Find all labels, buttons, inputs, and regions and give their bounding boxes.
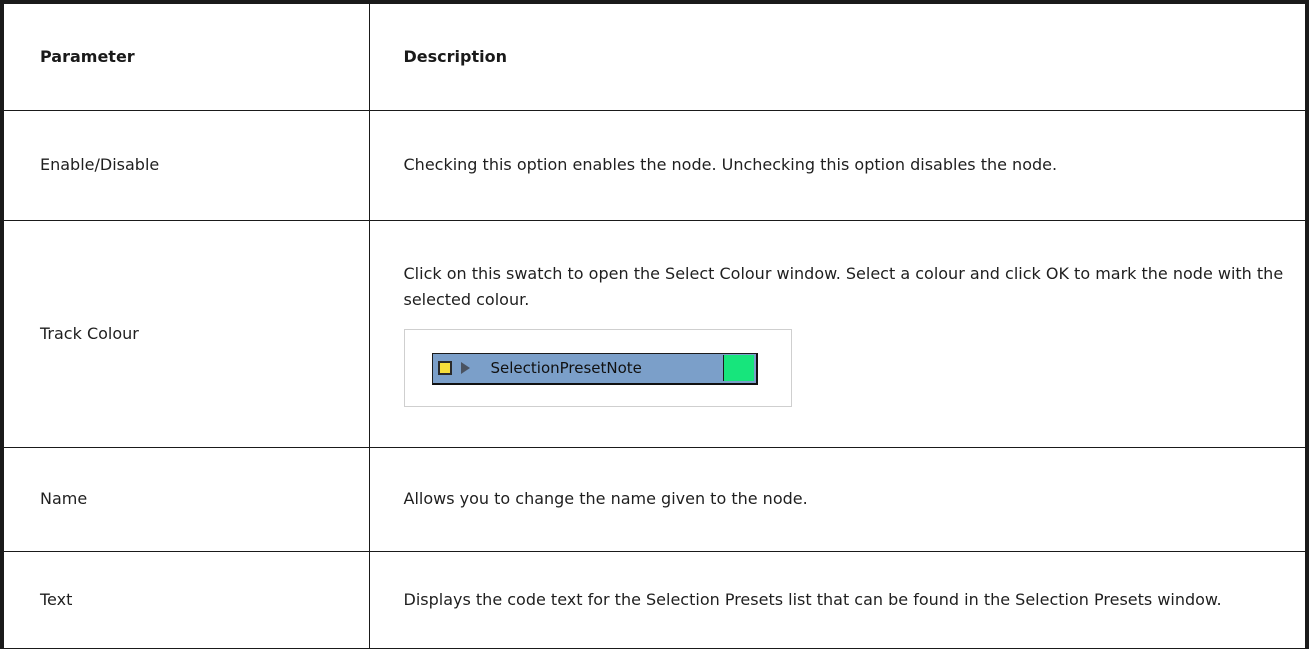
node-name-label: SelectionPresetNote [490, 359, 642, 377]
description-enable-disable: Checking this option enables the node. U… [368, 109, 1309, 221]
table-header-row: Parameter Description [0, 0, 1309, 111]
table-row: Track Colour Click on this swatch to ope… [0, 219, 1309, 448]
parameter-text: Text [0, 550, 370, 649]
parameter-track-colour: Track Colour [0, 219, 370, 448]
table-row: Enable/Disable Checking this option enab… [0, 109, 1309, 221]
parameters-table: Parameter Description Enable/Disable Che… [0, 0, 1309, 649]
parameter-enable-disable: Enable/Disable [0, 109, 370, 221]
description-track-colour: Click on this swatch to open the Select … [403, 263, 1284, 309]
parameter-name: Name [0, 446, 370, 552]
table-header: Parameter Description [0, 0, 1309, 111]
play-arrow-icon [460, 362, 470, 374]
header-description: Description [368, 0, 1309, 111]
table-body: Enable/Disable Checking this option enab… [0, 109, 1309, 649]
header-parameter: Parameter [0, 0, 370, 111]
track-colour-swatch [722, 354, 754, 381]
description-name: Allows you to change the name given to t… [368, 446, 1309, 552]
track-colour-swatch-image: SelectionPresetNote [403, 328, 792, 407]
description-text: Displays the code text for the Selection… [368, 550, 1309, 649]
table-row: Text Displays the code text for the Sele… [0, 550, 1309, 649]
node-track-bar: SelectionPresetNote [431, 352, 758, 385]
enable-checkbox-icon [437, 361, 452, 375]
table-row: Name Allows you to change the name given… [0, 446, 1309, 552]
description-track-colour-cell: Click on this swatch to open the Select … [368, 219, 1309, 448]
